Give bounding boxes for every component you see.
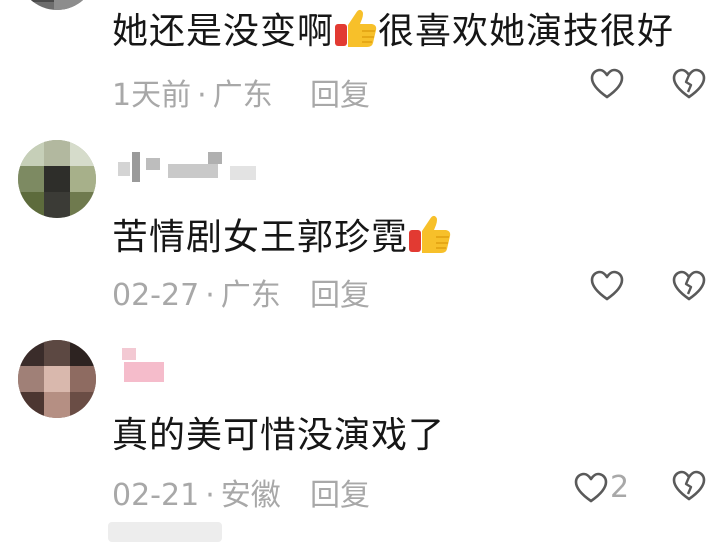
comment-text-part: 苦情剧女王郭珍霓 — [112, 217, 409, 258]
comment-location: 广东 — [220, 278, 281, 313]
broken-heart-icon — [672, 68, 706, 99]
reply-button[interactable]: 回复 — [310, 70, 370, 114]
like-button[interactable]: 2 — [574, 470, 629, 505]
comment-meta: 1天前 · 广东 回复 — [112, 70, 370, 114]
heart-outline-icon — [590, 270, 624, 301]
comment-text-part: 很喜欢她演技很好 — [378, 11, 675, 52]
comment-text: 她还是没变啊 很喜欢她演技很好 — [112, 2, 674, 54]
comment-location: 广东 — [212, 78, 273, 113]
comment-date: 02-27 — [112, 278, 200, 313]
author-liked-badge — [108, 522, 222, 542]
comment-location: 安徽 — [220, 478, 281, 513]
dislike-button[interactable] — [672, 68, 706, 104]
comment-text: 真的美可惜没演戏了 — [112, 406, 445, 458]
dislike-button[interactable] — [672, 270, 706, 306]
thumbs-up-icon — [334, 7, 378, 49]
like-button[interactable] — [590, 68, 626, 100]
comment-text: 苦情剧女王郭珍霓 — [112, 208, 452, 260]
reply-button[interactable]: 回复 — [310, 470, 370, 514]
broken-heart-icon — [672, 470, 706, 501]
comment-meta: 02-21 · 安徽 回复 — [112, 470, 370, 514]
like-count: 2 — [610, 470, 630, 505]
avatar[interactable] — [18, 140, 96, 218]
meta-separator: · — [205, 278, 215, 313]
heart-outline-icon — [574, 472, 608, 502]
comment-date: 1天前 — [112, 78, 192, 113]
reply-button[interactable]: 回复 — [310, 270, 370, 314]
comment-meta: 02-27 · 广东 回复 — [112, 270, 370, 314]
like-button[interactable] — [590, 270, 626, 302]
avatar[interactable] — [18, 0, 96, 10]
avatar[interactable] — [18, 340, 96, 418]
broken-heart-icon — [672, 270, 706, 301]
comment-text-part: 真的美可惜没演戏了 — [112, 415, 446, 456]
meta-separator: · — [197, 78, 207, 113]
heart-outline-icon — [590, 68, 624, 99]
comment-date: 02-21 — [112, 478, 200, 513]
thumbs-up-icon — [408, 213, 452, 255]
dislike-button[interactable] — [672, 470, 706, 506]
meta-separator: · — [205, 478, 215, 513]
comment-text-part: 她还是没变啊 — [112, 11, 335, 52]
